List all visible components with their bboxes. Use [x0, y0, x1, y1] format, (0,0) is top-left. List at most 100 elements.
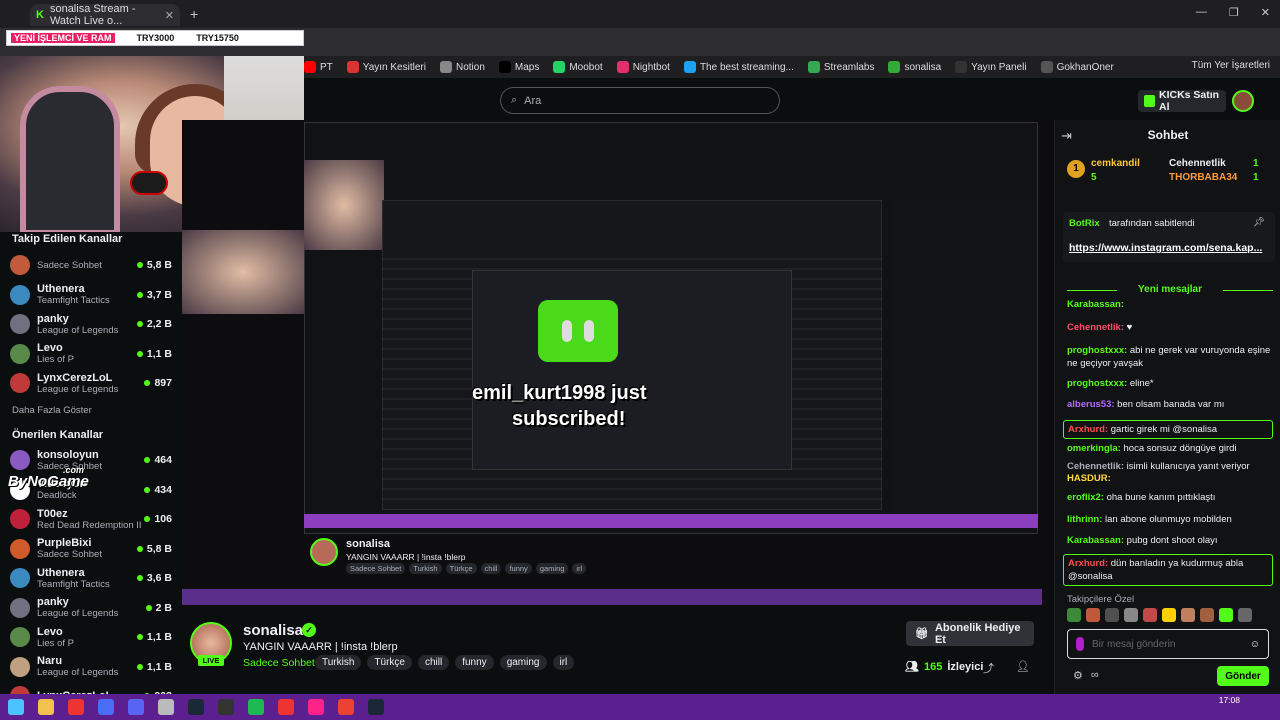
tag-pill[interactable]: chill: [417, 655, 450, 670]
sidebar-channel[interactable]: panky League of Legends 2,2 B: [10, 309, 172, 339]
bookmark-item[interactable]: The best streaming...: [683, 61, 794, 73]
chat-username[interactable]: Karabassan:: [1067, 535, 1124, 546]
bookmark-item[interactable]: Yayın Paneli: [955, 61, 1027, 73]
sidebar-channel[interactable]: panky League of Legends 2 B: [10, 593, 172, 623]
tag-pill[interactable]: irl: [552, 655, 575, 670]
chat-username[interactable]: eroflix2:: [1067, 492, 1104, 503]
sidebar-channel[interactable]: Levo Lies of P 1,1 B: [10, 339, 172, 369]
chat-username[interactable]: Arxhurd:: [1068, 424, 1108, 435]
chat-username[interactable]: Arxhurd:: [1068, 558, 1108, 569]
bookmark-item[interactable]: PT: [304, 61, 333, 73]
minimize-icon[interactable]: —: [1196, 6, 1207, 19]
sidebar-channel[interactable]: LynxCerezLoL League of Legends 897: [10, 368, 172, 398]
pinned-label: tarafından sabitlendi: [1109, 218, 1195, 229]
taskbar-app-icon[interactable]: [338, 699, 354, 715]
watermark-logo: ByNoGame .com: [8, 465, 89, 490]
bookmark-item[interactable]: Streamlabs: [807, 61, 874, 73]
chat-username[interactable]: Cehennetlik:: [1067, 461, 1124, 472]
emote-icon[interactable]: [1200, 608, 1214, 622]
gifter-name[interactable]: cemkandil: [1091, 158, 1140, 169]
gift-sub-button[interactable]: 🎁︎ Abonelik Hediye Et: [906, 621, 1034, 646]
channel-name: Levo: [37, 625, 63, 638]
user-card-icon[interactable]: 👤︎: [1016, 660, 1030, 673]
bookmark-item[interactable]: Nightbot: [616, 61, 670, 73]
bookmark-item[interactable]: Notion: [439, 61, 485, 73]
tag-pill[interactable]: funny: [455, 655, 494, 670]
bookmark-item[interactable]: Yayın Kesitleri: [346, 61, 426, 73]
taskbar-app-icon[interactable]: [38, 699, 54, 715]
bookmark-item[interactable]: Moobot: [553, 61, 603, 73]
taskbar-app-icon[interactable]: [98, 699, 114, 715]
channel-game: Sadece Sohbet: [37, 549, 102, 560]
taskbar-app-icon[interactable]: [248, 699, 264, 715]
tag-pill[interactable]: Türkçe: [367, 655, 412, 670]
chat-username[interactable]: omerkingla:: [1067, 443, 1121, 454]
sidebar-channel[interactable]: Naru League of Legends 1,1 B: [10, 652, 172, 682]
bookmark-item[interactable]: Maps: [498, 61, 540, 73]
sidebar-channel[interactable]: PurpleBixi Sadece Sohbet 5,8 B: [10, 534, 172, 564]
new-tab-icon[interactable]: +: [190, 6, 198, 22]
bookmark-item[interactable]: sonalisa: [888, 61, 941, 73]
stream-category[interactable]: Sadece Sohbet: [243, 657, 315, 669]
chat-username[interactable]: HASDUR:: [1067, 473, 1111, 484]
share-icon[interactable]: ⤴: [983, 660, 994, 676]
sidebar-channel[interactable]: Levo Lies of P 1,1 B: [10, 622, 172, 652]
tag-pill[interactable]: Turkish: [315, 655, 362, 670]
channel-name[interactable]: sonalisa: [243, 622, 303, 639]
chat-username[interactable]: proghostxxx:: [1067, 378, 1127, 389]
emoji-icon[interactable]: ☺: [1250, 639, 1260, 650]
close-tab-icon[interactable]: ✕: [165, 9, 174, 22]
emote-icon[interactable]: [1162, 608, 1176, 622]
sidebar-channel[interactable]: Sadece Sohbet 5,8 B: [10, 250, 172, 280]
inner-channel-name: sonalisa: [346, 538, 391, 550]
browser-tab[interactable]: K sonalisa Stream - Watch Live o... ✕: [30, 3, 180, 27]
channel-game: Lies of P: [37, 637, 74, 649]
taskbar-app-icon[interactable]: [158, 699, 174, 715]
taskbar-app-icon[interactable]: [68, 699, 84, 715]
pinned-link[interactable]: https://www.instagram.com/sena.kap...: [1069, 242, 1262, 254]
bookmark-item[interactable]: GokhanOner: [1040, 61, 1114, 73]
bookmark-label: Maps: [514, 61, 540, 73]
emote-icon[interactable]: [1219, 608, 1233, 622]
chat-username[interactable]: Cehennetlik:: [1067, 322, 1124, 333]
buy-kicks-button[interactable]: KICKs Satın Al: [1138, 89, 1226, 113]
send-button[interactable]: Gönder: [1217, 666, 1269, 686]
taskbar-app-icon[interactable]: [188, 699, 204, 715]
settings-icon[interactable]: ⚙: [1073, 669, 1083, 682]
gifter-name[interactable]: THORBABA34: [1169, 172, 1237, 183]
emote-icon[interactable]: [1067, 608, 1081, 622]
chat-message-input[interactable]: Bir mesaj gönderin ☺: [1067, 629, 1269, 659]
all-bookmarks[interactable]: Tüm Yer İşaretleri: [1192, 60, 1270, 71]
taskbar-app-icon[interactable]: [278, 699, 294, 715]
emote-icon[interactable]: [1181, 608, 1195, 622]
taskbar-app-icon[interactable]: [368, 699, 384, 715]
sidebar-channel[interactable]: konsoloyun Sadece Sohbet 464: [10, 445, 172, 475]
emote-icon[interactable]: [1143, 608, 1157, 622]
emote-icon[interactable]: [1105, 608, 1119, 622]
pin-icon[interactable]: 📌︎: [1253, 217, 1265, 228]
chat-username[interactable]: proghostxxx:: [1067, 345, 1127, 356]
bookmark-icon: [498, 61, 511, 73]
gifter-name[interactable]: Cehennetlik: [1169, 158, 1226, 169]
windows-start-icon[interactable]: [8, 699, 24, 715]
chat-username[interactable]: lithrinn:: [1067, 514, 1102, 525]
user-avatar[interactable]: [1232, 90, 1254, 112]
maximize-icon[interactable]: ❐: [1229, 6, 1239, 19]
sidebar-channel[interactable]: T00ez Red Dead Redemption II 106: [10, 504, 172, 534]
search-input[interactable]: ⌕ Ara: [500, 87, 780, 114]
emote-icon[interactable]: [1086, 608, 1100, 622]
taskbar-app-icon[interactable]: [128, 699, 144, 715]
sidebar-channel[interactable]: Uthenera Teamfight Tactics 3,6 B: [10, 563, 172, 593]
tag-pill[interactable]: gaming: [499, 655, 547, 670]
taskbar-app-icon[interactable]: [218, 699, 234, 715]
taskbar-app-icon[interactable]: [308, 699, 324, 715]
show-more-link[interactable]: Daha Fazla Göster: [12, 405, 92, 416]
chat-username[interactable]: Karabassan:: [1067, 299, 1124, 310]
close-window-icon[interactable]: ✕: [1261, 6, 1270, 19]
chat-text: oha bune kanım pıttıklaştı: [1106, 492, 1216, 503]
chat-username[interactable]: alberus53:: [1067, 399, 1115, 410]
sidebar-channel[interactable]: Uthenera Teamfight Tactics 3,7 B: [10, 280, 172, 310]
infinity-icon[interactable]: ∞: [1091, 669, 1099, 682]
emote-icon[interactable]: [1238, 608, 1252, 622]
emote-icon[interactable]: [1124, 608, 1138, 622]
